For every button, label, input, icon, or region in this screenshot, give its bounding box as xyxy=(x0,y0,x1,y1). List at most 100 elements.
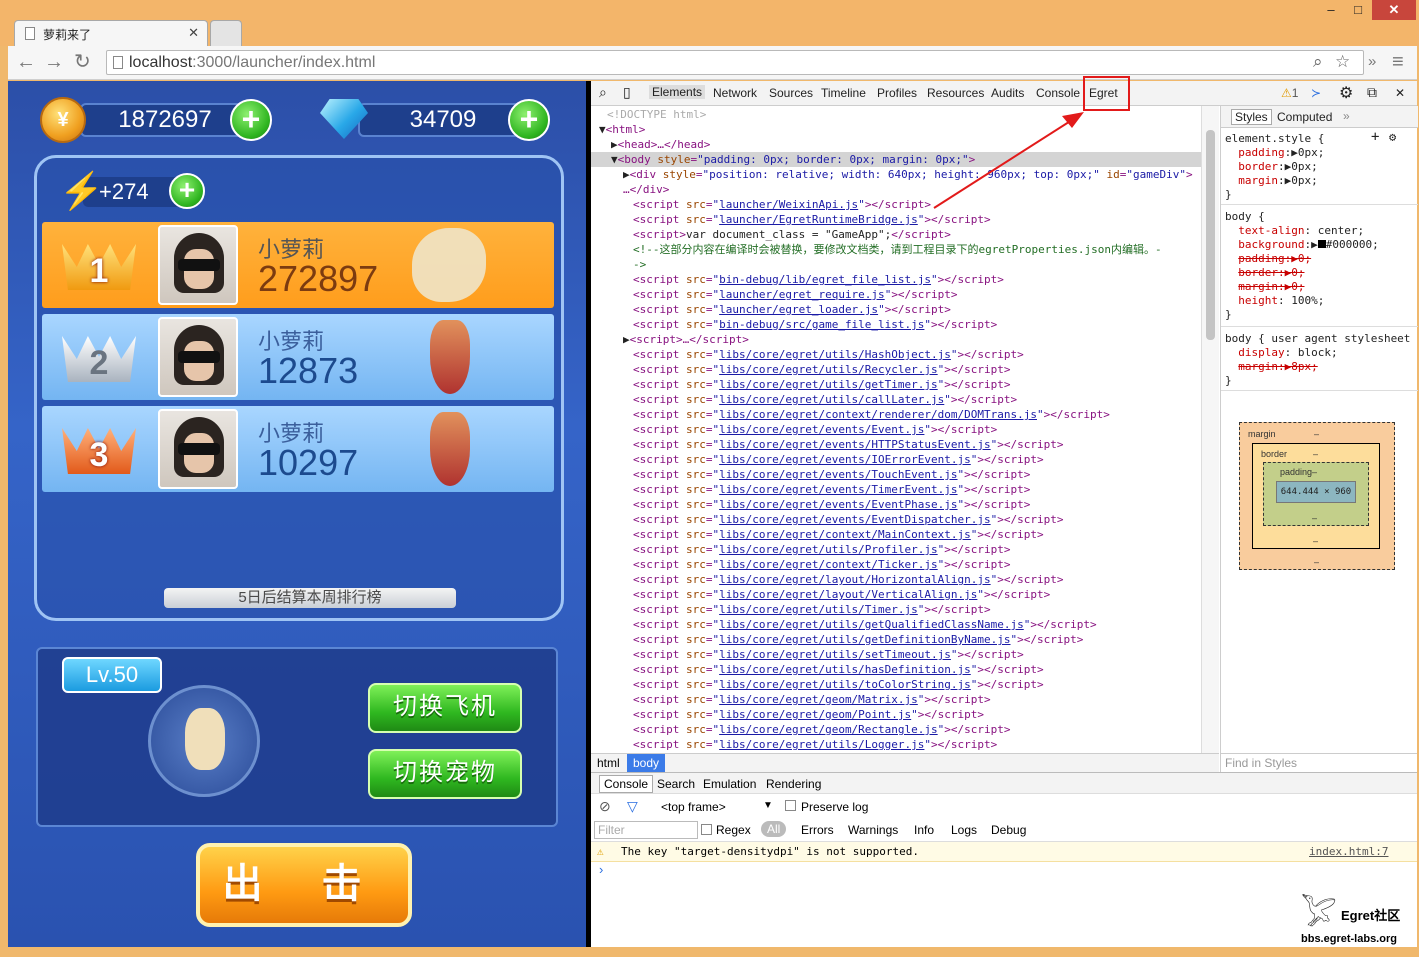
maximize-button[interactable]: □ xyxy=(1345,0,1371,20)
crumb-html[interactable]: html xyxy=(597,756,620,770)
add-coins-button[interactable]: + xyxy=(230,99,272,141)
level-info[interactable]: Info xyxy=(914,823,934,837)
clear-console-icon[interactable]: ⊘ xyxy=(599,798,611,815)
tab-network[interactable]: Network xyxy=(713,86,757,100)
more-tabs-icon[interactable]: » xyxy=(1343,109,1350,123)
window-close-button[interactable]: ✕ xyxy=(1372,0,1416,20)
script-node[interactable]: <script src="libs/core/egret/events/Even… xyxy=(633,512,1064,527)
minimize-button[interactable]: – xyxy=(1318,0,1344,20)
drawer-tab-rendering[interactable]: Rendering xyxy=(766,777,821,791)
elements-tree[interactable]: <!DOCTYPE html> ▼<html> ▶<head>…</head> … xyxy=(591,106,1219,753)
zoom-icon[interactable]: ⌕ xyxy=(1313,52,1323,72)
level-warnings[interactable]: Warnings xyxy=(848,823,898,837)
tab-active[interactable]: 萝莉来了 ✕ xyxy=(14,20,208,46)
device-icon[interactable]: ▯ xyxy=(623,84,631,101)
level-debug[interactable]: Debug xyxy=(991,823,1026,837)
console-prompt[interactable]: › xyxy=(599,862,603,877)
drawer-tab-console[interactable]: Console xyxy=(599,775,654,793)
node-head[interactable]: ▶<head>…</head> xyxy=(611,137,710,152)
dock-icon[interactable]: ⧉ xyxy=(1367,84,1377,101)
tab-computed[interactable]: Computed xyxy=(1277,110,1332,124)
script-node[interactable]: <script src="bin-debug/lib/egret_file_li… xyxy=(633,272,1004,287)
script-node[interactable]: <script src="libs/core/egret/geom/Matrix… xyxy=(633,692,991,707)
script-node[interactable]: <script src="bin-debug/src/game_file_lis… xyxy=(633,317,997,332)
extensions-chevron-icon[interactable]: » xyxy=(1368,52,1376,72)
switch-pet-button[interactable]: 切换宠物 xyxy=(368,749,522,799)
comment-node[interactable]: <!--这部分内容在编译时会被替换，要修改文档类，请到工程目录下的egretPr… xyxy=(633,242,1162,257)
script-node[interactable]: <script src="libs/core/egret/utils/HashO… xyxy=(633,347,1024,362)
script-node[interactable]: <script src="libs/core/egret/events/Even… xyxy=(633,422,997,437)
script-node[interactable]: <script src="libs/core/egret/events/HTTP… xyxy=(633,437,1064,452)
level-logs[interactable]: Logs xyxy=(951,823,977,837)
script-node[interactable]: <script src="libs/core/egret/geom/Rectan… xyxy=(633,722,1011,737)
crumb-body[interactable]: body xyxy=(627,754,666,772)
script-node[interactable]: <script src="launcher/egret_require.js">… xyxy=(633,287,958,302)
rank-row[interactable]: 3 小萝莉 10297 xyxy=(42,406,554,492)
script-node[interactable]: ▶<script>…</script> xyxy=(623,332,749,347)
tab-resources[interactable]: Resources xyxy=(927,86,984,100)
filter-icon[interactable]: ▽ xyxy=(627,798,638,815)
attack-button[interactable]: 出 击 xyxy=(196,843,412,927)
menu-icon[interactable]: ≡ xyxy=(1392,52,1404,72)
frame-select[interactable]: <top frame> xyxy=(661,800,726,814)
rule-body[interactable]: body { text-align: center; background:▶ #… xyxy=(1225,210,1379,322)
close-devtools-icon[interactable]: ✕ xyxy=(1395,86,1405,100)
script-node[interactable]: <script src="launcher/EgretRuntimeBridge… xyxy=(633,212,991,227)
scroll-thumb[interactable] xyxy=(1206,130,1215,340)
reload-icon[interactable]: ↻ xyxy=(74,52,91,72)
game-canvas[interactable]: 1872697 ¥ + 34709 + +274 ⚡ + 1 小萝莉 27289… xyxy=(8,81,586,947)
script-node[interactable]: <script src="libs/core/egret/utils/setTi… xyxy=(633,647,1024,662)
script-node[interactable]: <script src="libs/core/egret/context/Mai… xyxy=(633,527,1044,542)
tab-close-icon[interactable]: ✕ xyxy=(188,25,199,41)
rank-row[interactable]: 1 小萝莉 272897 xyxy=(42,222,554,308)
address-bar[interactable]: localhost:3000/launcher/index.html ⌕ ☆ xyxy=(106,50,1364,75)
rank-row[interactable]: 2 小萝莉 12873 xyxy=(42,314,554,400)
script-node[interactable]: <script src="libs/core/egret/context/Tic… xyxy=(633,557,1011,572)
script-node[interactable]: <script src="libs/core/egret/events/Touc… xyxy=(633,467,1030,482)
script-node[interactable]: <script src="libs/core/egret/utils/Recyc… xyxy=(633,362,1011,377)
warning-source-link[interactable]: index.html:7 xyxy=(1309,842,1388,862)
script-node[interactable]: <script src="libs/core/egret/utils/callL… xyxy=(633,392,1017,407)
tab-styles[interactable]: Styles xyxy=(1231,109,1272,125)
new-rule-icon[interactable]: + xyxy=(1371,130,1379,144)
find-in-styles-input[interactable]: Find in Styles xyxy=(1220,753,1417,772)
new-tab-button[interactable] xyxy=(210,20,242,46)
toggle-state-icon[interactable]: ⚙ xyxy=(1389,130,1396,144)
back-icon[interactable]: ← xyxy=(16,52,36,72)
script-node[interactable]: <script src="libs/core/egret/utils/getDe… xyxy=(633,632,1083,647)
regex-checkbox[interactable] xyxy=(701,824,712,835)
tab-sources[interactable]: Sources xyxy=(769,86,813,100)
settings-gear-icon[interactable]: ⚙ xyxy=(1339,83,1353,103)
script-node[interactable]: <script>var document_class = "GameApp";<… xyxy=(633,227,951,242)
drawer-tab-search[interactable]: Search xyxy=(657,777,695,791)
add-energy-button[interactable]: + xyxy=(169,173,205,209)
preserve-log-checkbox[interactable] xyxy=(785,800,796,811)
filter-input[interactable]: Filter xyxy=(594,821,698,839)
rule-user-agent[interactable]: body { user agent stylesheet display: bl… xyxy=(1225,332,1410,388)
tab-audits[interactable]: Audits xyxy=(991,86,1024,100)
level-all[interactable]: All xyxy=(761,821,787,837)
inspect-icon[interactable]: ⌕ xyxy=(599,84,607,101)
level-errors[interactable]: Errors xyxy=(801,823,834,837)
script-node[interactable]: <script src="libs/core/egret/events/Time… xyxy=(633,482,1030,497)
node-html[interactable]: ▼<html> xyxy=(599,122,645,137)
bookmark-star-icon[interactable]: ☆ xyxy=(1335,52,1350,72)
drawer-tab-emulation[interactable]: Emulation xyxy=(703,777,756,791)
forward-icon[interactable]: → xyxy=(44,52,64,72)
tab-console[interactable]: Console xyxy=(1036,86,1080,100)
node-gamediv[interactable]: ▶<div style="position: relative; width: … xyxy=(623,167,1193,182)
script-node[interactable]: <script src="launcher/egret_loader.js"><… xyxy=(633,302,951,317)
node-body[interactable]: ▼<body style="padding: 0px; border: 0px;… xyxy=(611,152,975,167)
script-node[interactable]: <script src="launcher/WeixinApi.js"></sc… xyxy=(633,197,931,212)
tab-elements[interactable]: Elements xyxy=(649,85,706,99)
rule-element-style[interactable]: element.style { padding:▶0px; border:▶0p… xyxy=(1225,132,1324,202)
script-node[interactable]: <script src="libs/core/egret/utils/toCol… xyxy=(633,677,1044,692)
switch-plane-button[interactable]: 切换飞机 xyxy=(368,683,522,733)
script-node[interactable]: <script src="libs/core/egret/utils/hasDe… xyxy=(633,662,1044,677)
warning-icon[interactable]: ⚠1 xyxy=(1281,86,1298,100)
add-gems-button[interactable]: + xyxy=(508,99,550,141)
script-node[interactable]: <script src="libs/core/egret/geom/Point.… xyxy=(633,707,984,722)
script-node[interactable]: <script src="libs/core/egret/events/Even… xyxy=(633,497,1030,512)
script-node[interactable]: <script src="libs/core/egret/context/ren… xyxy=(633,407,1110,422)
script-node[interactable]: <script src="libs/core/egret/utils/Logge… xyxy=(633,737,997,752)
